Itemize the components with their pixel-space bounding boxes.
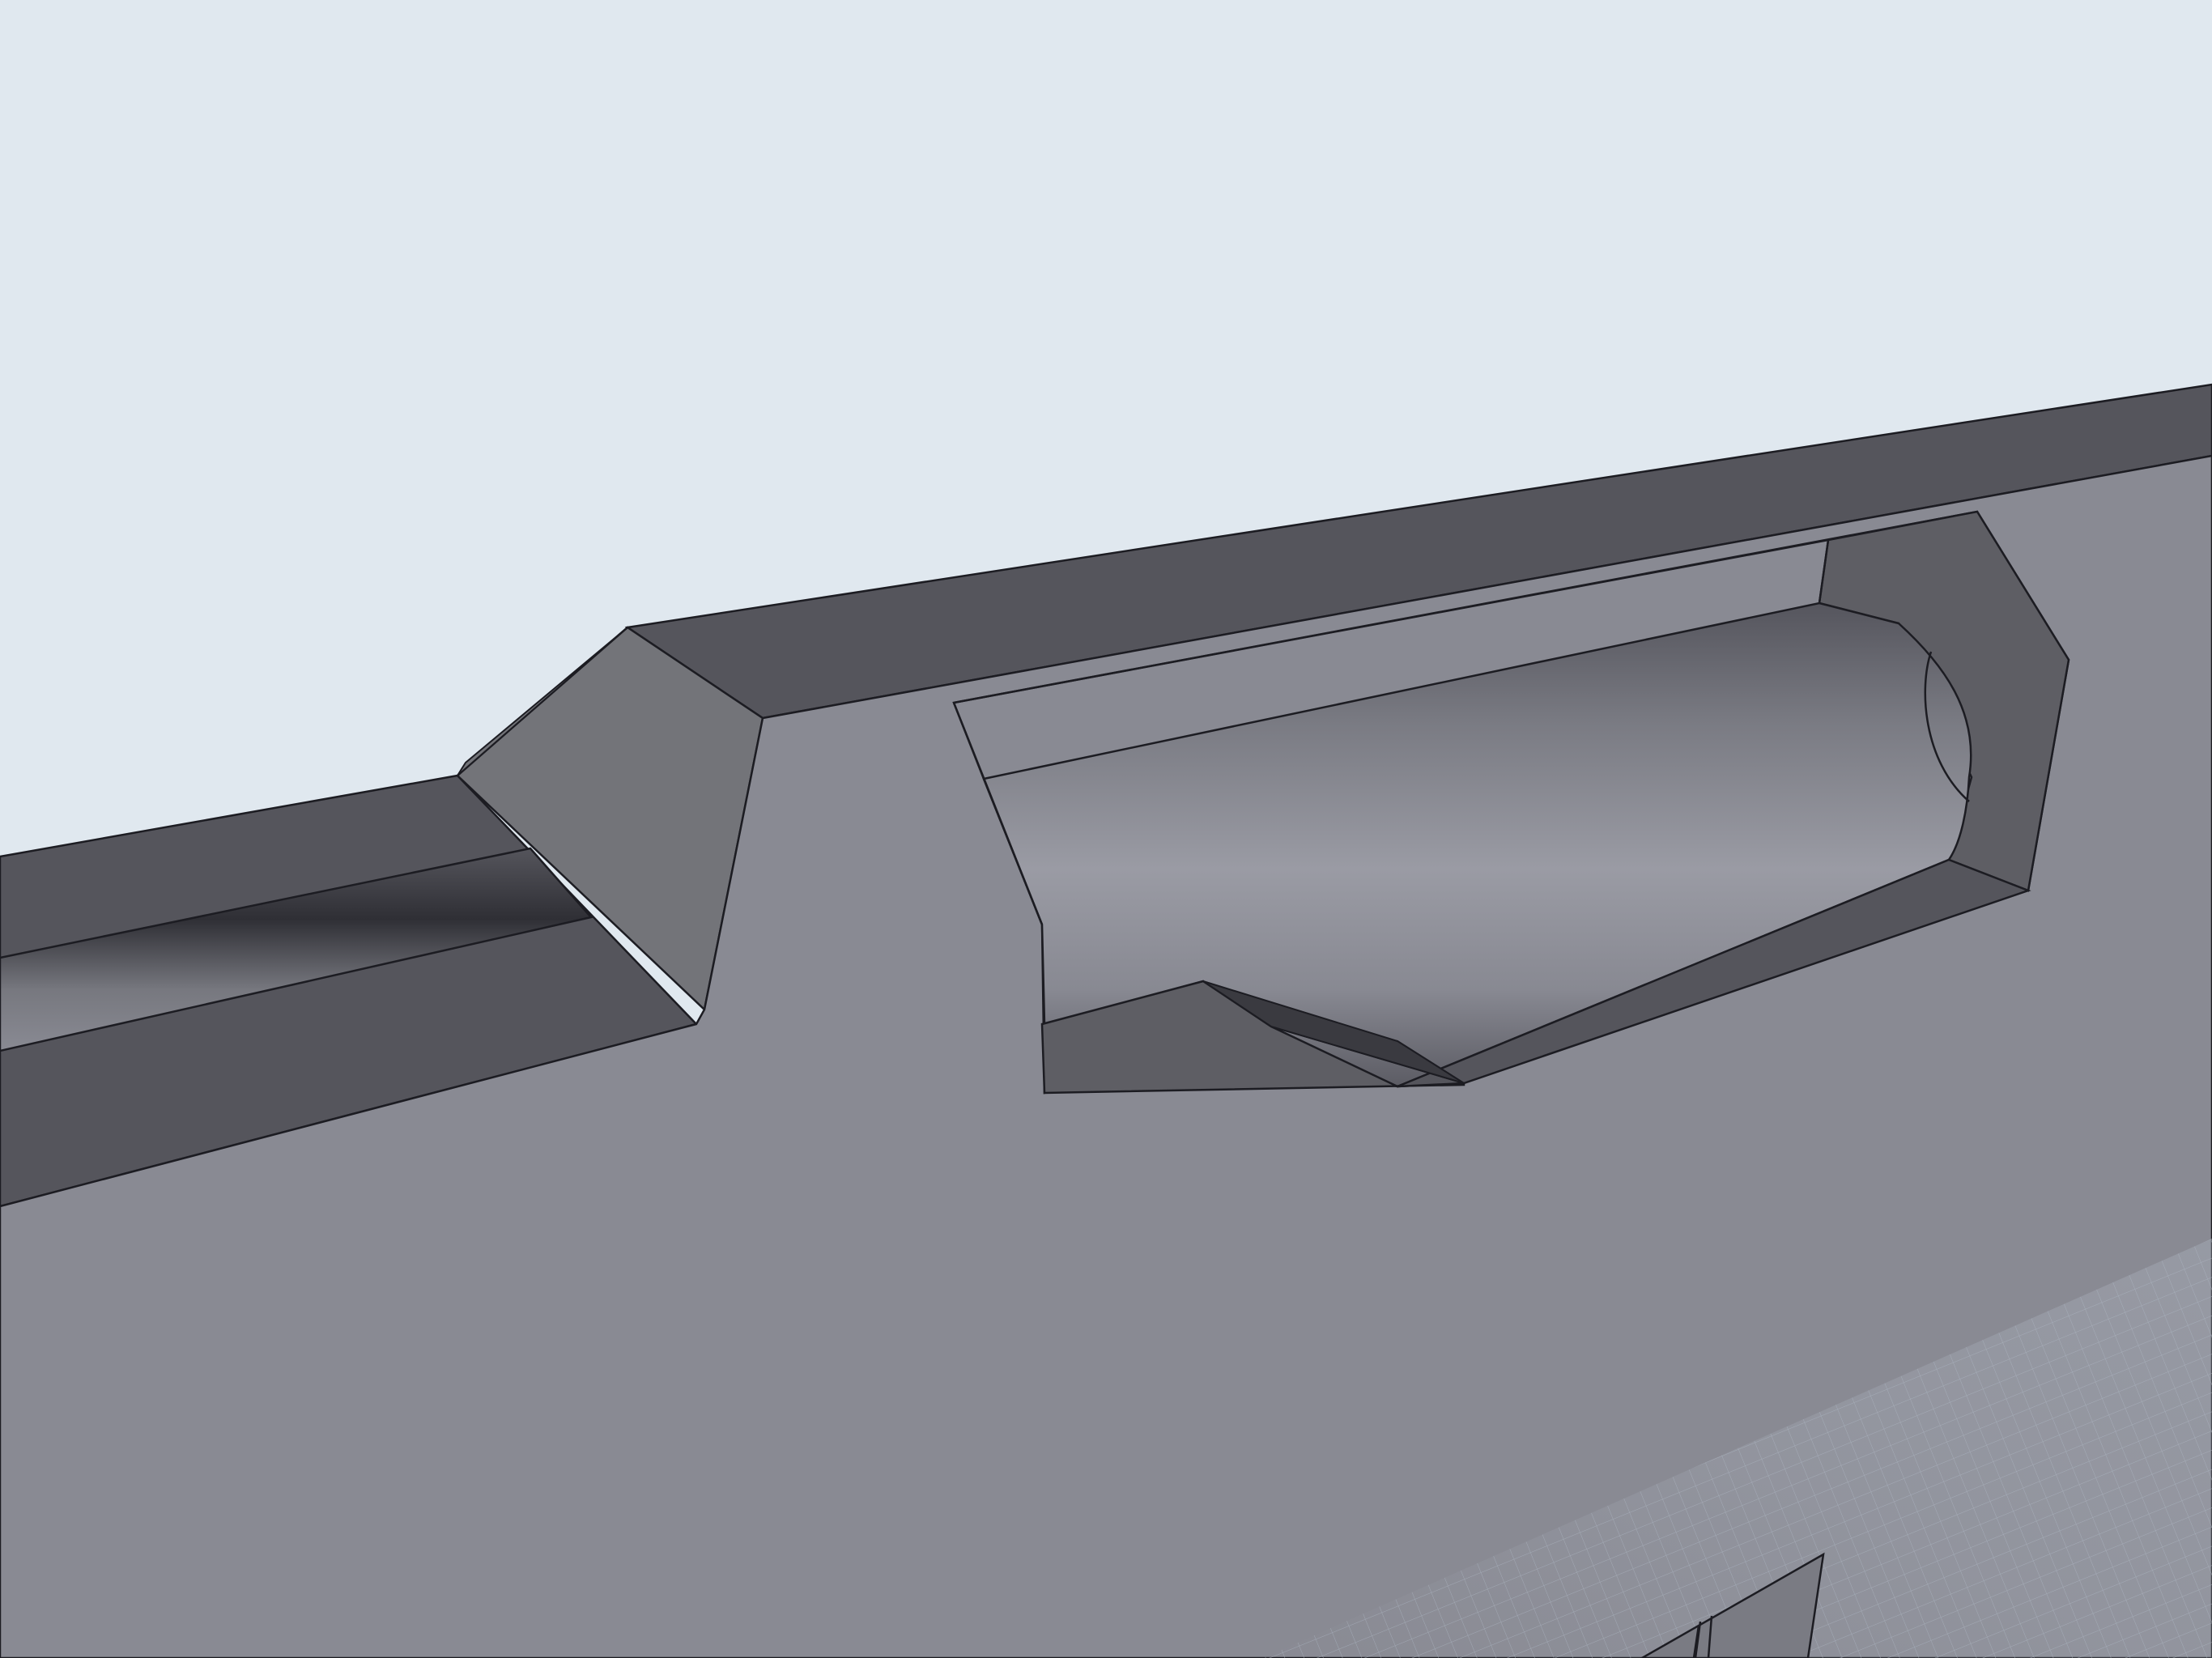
model-canvas[interactable] xyxy=(0,0,2212,1658)
cad-viewport[interactable] xyxy=(0,0,2212,1658)
